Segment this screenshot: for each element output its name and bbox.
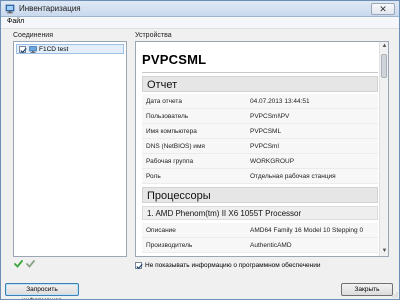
processor-row-key: Производитель [146,242,193,249]
devices-report-panel[interactable]: PVPCSML Отчет Дата отчета 04.07.2013 13:… [135,41,389,257]
scroll-up-arrow-icon[interactable]: ▲ [380,42,388,51]
computer-icon [29,46,37,53]
report-row: Имя компьютера PVPCSML [142,124,378,139]
report-row: Роль Отдельная рабочая станция [142,169,378,184]
inventory-window: Инвентаризация ✕ Файл Соединения Устройс… [0,0,400,300]
close-button[interactable]: Закрыть [341,283,393,296]
scroll-down-arrow-icon[interactable]: ▼ [380,247,388,256]
processor-row-value: AuthenticAMD [250,242,292,249]
report-row: Пользователь PVPCSml\PV [142,109,378,124]
checkmark-icon [20,47,27,54]
report-row: DNS (NetBIOS) имя PVPCSml [142,139,378,154]
window-title: Инвентаризация [19,4,81,13]
checkmark-icon [136,263,143,270]
resize-grip-icon[interactable] [392,292,398,298]
green-check-icon[interactable] [14,260,23,268]
report-row-value: 04.07.2013 13:44:51 [250,98,310,105]
title-bar[interactable]: Инвентаризация ✕ [1,1,399,17]
report-content: PVPCSML Отчет Дата отчета 04.07.2013 13:… [136,42,380,256]
report-section-header: Отчет [142,76,378,92]
hide-software-checkbox[interactable] [135,262,143,270]
hide-software-option[interactable]: Не показывать информацию о программном о… [135,261,355,271]
connection-item[interactable]: F1CD test [16,44,124,54]
connection-checkbox[interactable] [19,46,27,54]
connection-name: F1CD test [39,46,69,53]
scroll-thumb[interactable] [381,54,387,78]
processor-name: 1. AMD Phenom(tm) II X6 1055T Processor [147,209,302,218]
hide-software-label: Не показывать информацию о программном о… [145,262,321,269]
connections-list[interactable]: F1CD test [13,41,127,257]
report-row-key: Роль [146,173,161,180]
connections-label: Соединения [13,32,54,39]
report-row-key: Дата отчета [146,98,182,105]
report-row-value: WORKGROUP [250,158,295,165]
heading-divider [142,72,378,73]
report-row-value: PVPCSml\PV [250,113,290,120]
request-info-button[interactable]: Запросить информацию [5,283,79,299]
gray-check-icon[interactable] [26,260,35,268]
report-row-key: Пользователь [146,113,189,120]
close-window-button[interactable]: ✕ [371,3,395,15]
report-section-title: Отчет [147,79,178,91]
report-scrollbar[interactable]: ▲ ▼ [379,42,388,256]
processors-section-title: Процессоры [147,190,211,202]
report-row-value: PVPCSML [250,128,282,135]
processor-row-key: Описание [146,227,176,234]
device-name-heading: PVPCSML [142,52,207,67]
processor-subsection-header: 1. AMD Phenom(tm) II X6 1055T Processor [142,206,378,220]
processors-section-header: Процессоры [142,187,378,203]
report-row-key: Имя компьютера [146,128,197,135]
processor-row: Производитель AuthenticAMD [142,238,378,253]
report-row-key: DNS (NetBIOS) имя [146,143,205,150]
report-row-key: Рабочая группа [146,158,194,165]
inventory-app-icon [5,4,15,14]
report-row-value: PVPCSml [250,143,279,150]
close-icon: ✕ [379,4,387,14]
devices-label: Устройства [135,32,172,39]
processor-row-value: AMD64 Family 16 Model 10 Stepping 0 [250,227,364,234]
menu-bar: Файл [1,17,399,29]
report-row: Рабочая группа WORKGROUP [142,154,378,169]
report-row: Дата отчета 04.07.2013 13:44:51 [142,94,378,109]
status-icons [14,260,35,268]
processor-row: Описание AMD64 Family 16 Model 10 Steppi… [142,223,378,238]
menu-file[interactable]: Файл [7,18,24,25]
report-row-value: Отдельная рабочая станция [250,173,336,180]
